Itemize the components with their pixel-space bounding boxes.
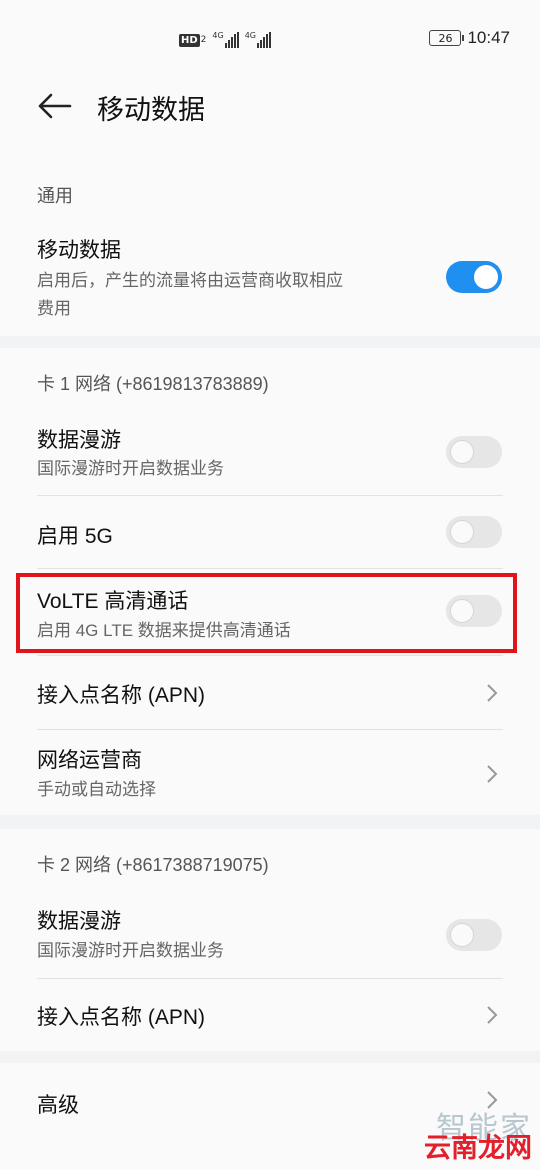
hd-voice-icon: HD 2 <box>179 33 207 47</box>
battery-icon: 26 <box>429 30 465 46</box>
sim1-apn-title: 接入点名称 (APN) <box>37 684 205 707</box>
sim1-apn-row[interactable]: 接入点名称 (APN) <box>0 656 540 730</box>
hd-sim-number: 2 <box>200 35 207 45</box>
sim2-data-roaming-subtitle: 国际漫游时开启数据业务 <box>37 941 224 960</box>
volte-highlight-box <box>16 573 517 653</box>
chevron-right-icon <box>487 765 498 783</box>
sim2-apn-title: 接入点名称 (APN) <box>37 1006 205 1029</box>
page-title: 移动数据 <box>97 95 205 125</box>
section-label-sim1: 卡 1 网络 (+8619813783889) <box>37 374 269 394</box>
enable-5g-toggle[interactable] <box>446 516 502 548</box>
app-header: 移动数据 <box>0 78 540 166</box>
enable-5g-title: 启用 5G <box>37 525 113 548</box>
status-bar-right: 26 10:47 <box>429 28 510 48</box>
sim2-apn-row[interactable]: 接入点名称 (APN) <box>0 979 540 1051</box>
sim2-data-roaming-toggle[interactable] <box>446 919 502 951</box>
watermark: 智能家 云南龙网 <box>422 1103 532 1165</box>
clock: 10:47 <box>467 28 510 47</box>
chevron-right-icon <box>487 684 498 702</box>
mobile-data-title: 移动数据 <box>37 239 121 262</box>
sim2-signal-icon: 4G <box>245 32 271 48</box>
screen: HD 2 4G 4G 26 10:47 移动数据 通用 移动数据 启用后，产生的… <box>0 0 540 1170</box>
sim1-network-type: 4G <box>212 31 224 40</box>
sim2-network-type: 4G <box>244 31 256 40</box>
back-arrow-icon[interactable] <box>36 92 72 120</box>
watermark-bottom-text: 云南龙网 <box>424 1133 532 1164</box>
enable-5g-row[interactable]: 启用 5G <box>0 496 540 568</box>
mobile-data-subtitle-line2: 费用 <box>37 299 71 318</box>
battery-level: 26 <box>438 31 453 45</box>
mobile-data-subtitle-line1: 启用后，产生的流量将由运营商收取相应 <box>37 271 343 290</box>
advanced-title: 高级 <box>37 1094 79 1117</box>
sim1-data-roaming-toggle[interactable] <box>446 436 502 468</box>
sim2-data-roaming-title: 数据漫游 <box>37 910 121 933</box>
mobile-data-row[interactable]: 移动数据 启用后，产生的流量将由运营商收取相应 费用 <box>0 226 540 326</box>
status-bar: HD 2 4G 4G 26 10:47 <box>0 0 540 78</box>
status-bar-signals: HD 2 4G 4G <box>179 28 271 52</box>
section-label-general: 通用 <box>37 186 73 206</box>
sim1-data-roaming-title: 数据漫游 <box>37 429 121 452</box>
hd-label: HD <box>179 33 200 47</box>
sim1-signal-icon: 4G <box>212 31 239 48</box>
chevron-right-icon <box>487 1006 498 1024</box>
mobile-data-toggle[interactable] <box>446 261 502 293</box>
sim2-section: 卡 2 网络 (+8617388719075) 数据漫游 国际漫游时开启数据业务… <box>0 829 540 1051</box>
sim1-data-roaming-row[interactable]: 数据漫游 国际漫游时开启数据业务 <box>0 410 540 496</box>
carrier-title: 网络运营商 <box>37 749 142 772</box>
sim2-data-roaming-row[interactable]: 数据漫游 国际漫游时开启数据业务 <box>0 891 540 977</box>
sim1-data-roaming-subtitle: 国际漫游时开启数据业务 <box>37 459 224 478</box>
section-label-sim2: 卡 2 网络 (+8617388719075) <box>37 855 269 875</box>
general-section: 通用 移动数据 启用后，产生的流量将由运营商收取相应 费用 <box>0 166 540 336</box>
carrier-subtitle: 手动或自动选择 <box>37 780 156 799</box>
carrier-row[interactable]: 网络运营商 手动或自动选择 <box>0 730 540 814</box>
